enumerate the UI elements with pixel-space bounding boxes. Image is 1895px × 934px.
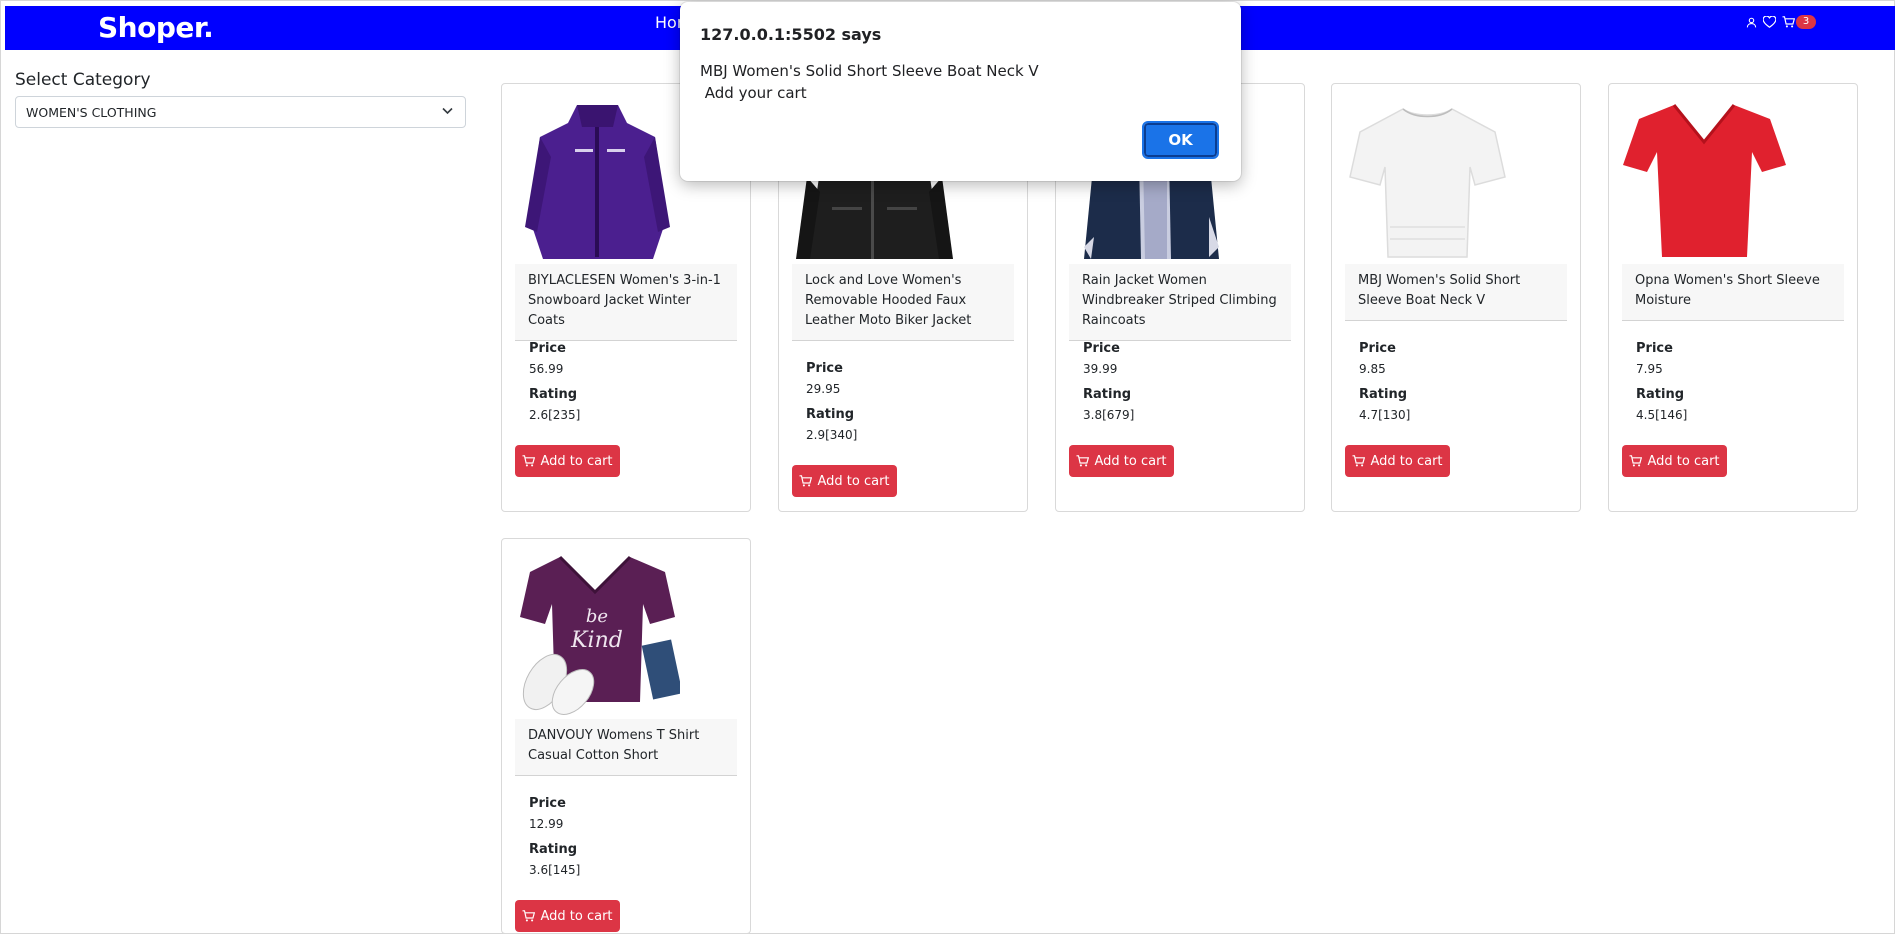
add-to-cart-button[interactable]: Add to cart bbox=[1069, 445, 1174, 477]
price-value: 39.99 bbox=[1083, 362, 1118, 376]
product-image[interactable] bbox=[1345, 97, 1510, 262]
product-name: Rain Jacket Women Windbreaker Striped Cl… bbox=[1069, 264, 1291, 341]
cart-link[interactable]: 3 bbox=[1782, 15, 1816, 29]
price-label: Price bbox=[806, 361, 843, 376]
nav-icons: 3 bbox=[1746, 14, 1816, 30]
dialog-message: MBJ Women's Solid Short Sleeve Boat Neck… bbox=[700, 62, 1039, 102]
rating-label: Rating bbox=[1359, 387, 1408, 402]
product-name: Lock and Love Women's Removable Hooded F… bbox=[792, 264, 1014, 341]
chevron-down-icon bbox=[442, 107, 453, 115]
price-label: Price bbox=[1636, 341, 1673, 356]
product-image[interactable] bbox=[515, 97, 680, 262]
product-image[interactable] bbox=[1622, 97, 1787, 262]
price-label: Price bbox=[529, 341, 566, 356]
add-to-cart-label: Add to cart bbox=[1370, 453, 1443, 469]
rating-label: Rating bbox=[529, 387, 578, 402]
add-to-cart-label: Add to cart bbox=[540, 908, 613, 924]
svg-text:be: be bbox=[586, 606, 608, 627]
category-select[interactable]: WOMEN'S CLOTHING bbox=[15, 96, 466, 128]
cart-icon bbox=[522, 455, 536, 467]
product-name: MBJ Women's Solid Short Sleeve Boat Neck… bbox=[1345, 264, 1567, 321]
price-value: 7.95 bbox=[1636, 362, 1663, 376]
add-to-cart-button[interactable]: Add to cart bbox=[1345, 445, 1450, 477]
product-name: Opna Women's Short Sleeve Moisture bbox=[1622, 264, 1844, 321]
rating-value: 2.9[340] bbox=[806, 428, 858, 442]
rating-value: 4.5[146] bbox=[1636, 408, 1688, 422]
dialog-title: 127.0.0.1:5502 says bbox=[700, 25, 882, 44]
rating-label: Rating bbox=[1636, 387, 1685, 402]
add-to-cart-label: Add to cart bbox=[817, 473, 890, 489]
price-value: 29.95 bbox=[806, 382, 841, 396]
alert-dialog: 127.0.0.1:5502 says MBJ Women's Solid Sh… bbox=[680, 2, 1241, 181]
product-name: DANVOUY Womens T Shirt Casual Cotton Sho… bbox=[515, 719, 737, 776]
product-card: be Kind DANVOUY Womens T Shirt Casual Co… bbox=[501, 538, 751, 934]
product-card: MBJ Women's Solid Short Sleeve Boat Neck… bbox=[1331, 83, 1581, 512]
cart-icon bbox=[1629, 455, 1643, 467]
rating-value: 3.8[679] bbox=[1083, 408, 1135, 422]
add-to-cart-label: Add to cart bbox=[1094, 453, 1167, 469]
cart-icon bbox=[1352, 455, 1366, 467]
product-image[interactable]: be Kind bbox=[515, 552, 680, 717]
cart-count-badge: 3 bbox=[1796, 15, 1816, 29]
price-value: 12.99 bbox=[529, 817, 564, 831]
heart-icon[interactable] bbox=[1763, 16, 1776, 28]
add-to-cart-button[interactable]: Add to cart bbox=[515, 900, 620, 932]
brand-logo[interactable]: Shoper. bbox=[98, 11, 214, 44]
add-to-cart-label: Add to cart bbox=[540, 453, 613, 469]
cart-icon bbox=[1076, 455, 1090, 467]
price-value: 56.99 bbox=[529, 362, 564, 376]
add-to-cart-label: Add to cart bbox=[1647, 453, 1720, 469]
price-label: Price bbox=[1359, 341, 1396, 356]
user-icon[interactable] bbox=[1746, 17, 1757, 28]
category-title: Select Category bbox=[15, 70, 151, 90]
cart-icon bbox=[1782, 16, 1795, 28]
product-card: Opna Women's Short Sleeve Moisture Price… bbox=[1608, 83, 1858, 512]
add-to-cart-button[interactable]: Add to cart bbox=[515, 445, 620, 477]
price-label: Price bbox=[1083, 341, 1120, 356]
rating-label: Rating bbox=[1083, 387, 1132, 402]
cart-icon bbox=[799, 475, 813, 487]
cart-icon bbox=[522, 910, 536, 922]
category-selected-value: WOMEN'S CLOTHING bbox=[26, 105, 157, 120]
rating-value: 2.6[235] bbox=[529, 408, 581, 422]
ok-button[interactable]: OK bbox=[1142, 121, 1219, 159]
add-to-cart-button[interactable]: Add to cart bbox=[1622, 445, 1727, 477]
product-name: BIYLACLESEN Women's 3-in-1 Snowboard Jac… bbox=[515, 264, 737, 341]
rating-value: 4.7[130] bbox=[1359, 408, 1411, 422]
price-value: 9.85 bbox=[1359, 362, 1386, 376]
rating-label: Rating bbox=[806, 407, 855, 422]
add-to-cart-button[interactable]: Add to cart bbox=[792, 465, 897, 497]
rating-label: Rating bbox=[529, 842, 578, 857]
price-label: Price bbox=[529, 796, 566, 811]
svg-text:Kind: Kind bbox=[570, 628, 623, 653]
rating-value: 3.6[145] bbox=[529, 863, 581, 877]
